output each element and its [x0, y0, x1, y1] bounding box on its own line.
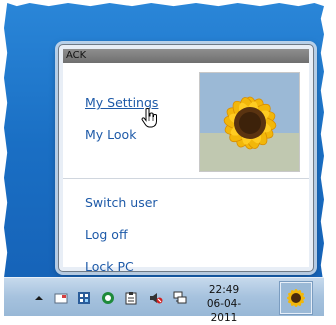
clock-date: 06-04-2011 [206, 298, 242, 324]
switch-user-link[interactable]: Switch user [85, 195, 158, 210]
network-icon[interactable] [173, 290, 187, 304]
menu-divider [63, 178, 309, 179]
taskbar: 22:49 06-04-2011 [4, 277, 324, 324]
circle-app-icon[interactable] [101, 290, 115, 304]
popup-title: ACK [63, 49, 309, 63]
my-look-link[interactable]: My Look [85, 127, 136, 142]
sunflower-avatar-icon [200, 73, 299, 171]
log-off-link[interactable]: Log off [85, 227, 128, 242]
clock-time: 22:49 [208, 284, 240, 296]
volume-muted-icon[interactable] [149, 290, 163, 304]
lock-pc-link[interactable]: Lock PC [85, 259, 134, 274]
user-avatar [199, 72, 300, 172]
popup-body: My Settings My Look Switch user Log off … [63, 63, 309, 274]
taskbar-clock[interactable]: 22:49 06-04-2011 [197, 283, 251, 325]
app-grid-icon[interactable] [77, 290, 91, 304]
show-hidden-icons-arrow-icon[interactable] [32, 290, 46, 304]
mail-icon[interactable] [54, 290, 68, 304]
user-menu-popup: ACK My Settings My Look Switch user Log … [58, 44, 314, 274]
sunflower-thumbnail-icon [281, 283, 311, 313]
taskbar-user-button[interactable] [280, 282, 312, 314]
clipboard-icon[interactable] [124, 290, 138, 305]
hand-cursor-icon [141, 108, 159, 132]
